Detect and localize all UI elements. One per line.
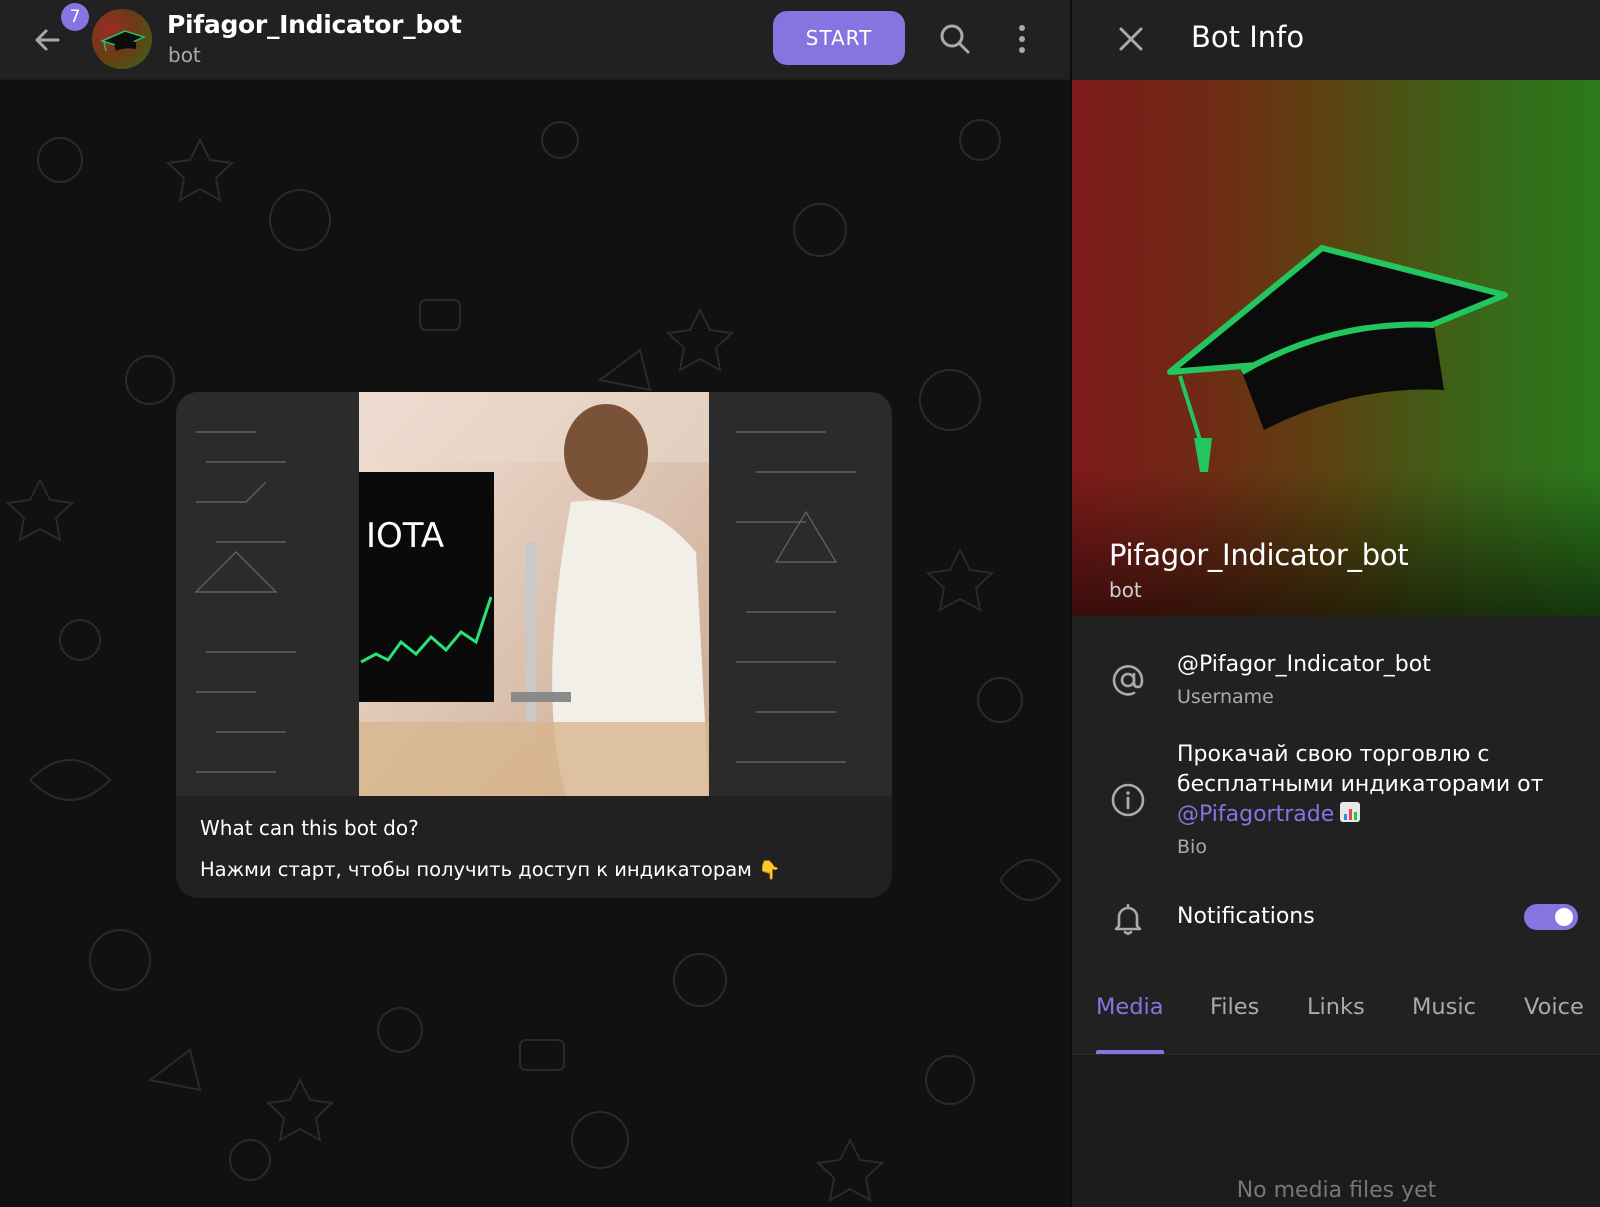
shared-media-tabs: Media Files Links Music Voice	[1072, 980, 1600, 1054]
pointing-down-emoji: 👇	[758, 860, 781, 881]
chat-header: 7 Pifagor_Indicator_bot bot START	[0, 0, 1070, 80]
chat-subtitle: bot	[168, 43, 201, 67]
bio-row[interactable]: Прокачай свою торговлю с бесплатными инд…	[1072, 736, 1600, 864]
graduation-cap-icon	[99, 30, 147, 52]
bot-description-message: IOTA What can this bot do? Нажми старт, …	[176, 392, 892, 898]
bio-line-1: Прокачай свою торговлю с	[1177, 742, 1490, 767]
search-icon[interactable]	[935, 19, 975, 59]
empty-media-text: No media files yet	[1236, 1178, 1437, 1203]
tab-voice[interactable]: Voice	[1524, 994, 1584, 1020]
info-icon	[1111, 783, 1145, 817]
profile-name: Pifagor_Indicator_bot	[1109, 538, 1409, 572]
at-icon	[1112, 665, 1144, 696]
notifications-row[interactable]: Notifications	[1072, 884, 1600, 954]
chat-title[interactable]: Pifagor_Indicator_bot	[167, 10, 462, 39]
tab-files[interactable]: Files	[1210, 994, 1259, 1020]
panel-header: Bot Info	[1072, 0, 1600, 80]
notifications-toggle[interactable]	[1524, 904, 1578, 930]
notifications-label: Notifications	[1177, 904, 1315, 929]
bio-text: Прокачай свою торговлю с бесплатными инд…	[1177, 740, 1577, 830]
profile-cover[interactable]: Pifagor_Indicator_bot bot	[1072, 80, 1600, 616]
tab-music[interactable]: Music	[1412, 994, 1476, 1020]
username-label: Username	[1177, 686, 1274, 708]
start-button[interactable]: START	[773, 11, 905, 65]
bio-label: Bio	[1177, 836, 1207, 858]
tab-links[interactable]: Links	[1307, 994, 1365, 1020]
message-body: Нажми старт, чтобы получить доступ к инд…	[200, 858, 752, 881]
username-value: @Pifagor_Indicator_bot	[1177, 652, 1431, 677]
back-arrow-icon[interactable]	[28, 20, 68, 60]
chart-emoji-icon	[1340, 802, 1361, 822]
bell-icon	[1114, 903, 1142, 935]
chat-area: 7 Pifagor_Indicator_bot bot START IOTA W…	[0, 0, 1070, 1207]
message-text: Нажми старт, чтобы получить доступ к инд…	[200, 858, 781, 881]
close-icon[interactable]	[1111, 19, 1151, 59]
toggle-knob	[1552, 905, 1576, 929]
panel-title: Bot Info	[1191, 20, 1305, 54]
tab-media[interactable]: Media	[1096, 994, 1164, 1020]
message-title: What can this bot do?	[200, 816, 419, 840]
bot-info-panel: Bot Info Pifagor_Indicator_bot bot @Pifa…	[1071, 0, 1600, 1207]
bio-line-2: бесплатными индикаторами от	[1177, 772, 1544, 797]
bot-intro-gif[interactable]: IOTA	[176, 392, 892, 796]
more-vertical-icon[interactable]	[1002, 19, 1042, 59]
unread-badge: 7	[61, 3, 89, 31]
username-row[interactable]: @Pifagor_Indicator_bot Username	[1072, 636, 1600, 716]
media-overlay-text: IOTA	[366, 516, 444, 556]
bot-avatar[interactable]	[92, 9, 152, 69]
bio-link[interactable]: @Pifagortrade	[1177, 802, 1334, 827]
profile-subtitle: bot	[1109, 578, 1142, 602]
